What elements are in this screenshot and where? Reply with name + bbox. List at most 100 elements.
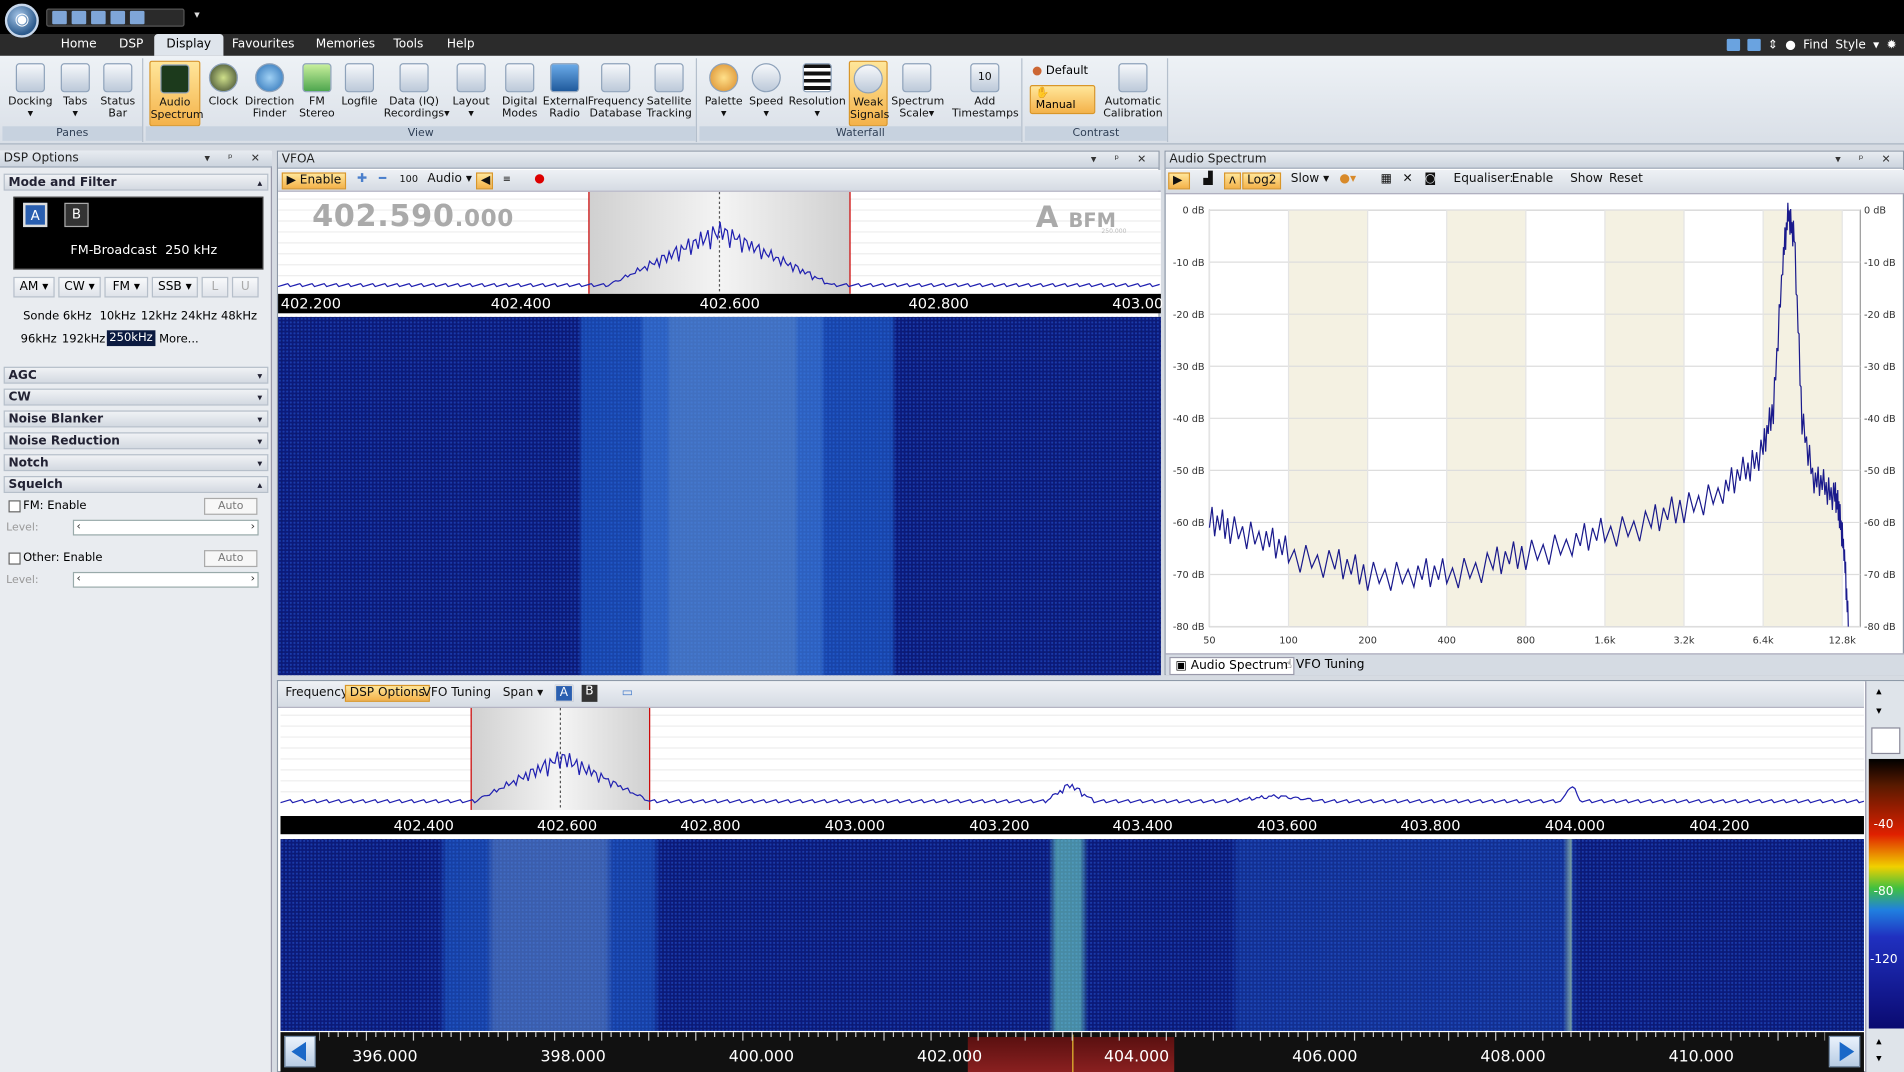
bw-10khz[interactable]: 10kHz (100, 310, 136, 323)
scroll-down-icon[interactable]: ▾ (1876, 706, 1882, 718)
tab-home[interactable]: Home (49, 34, 109, 56)
search-icon[interactable]: ● (1785, 38, 1796, 51)
style-dropdown-icon[interactable]: ▾ (1873, 38, 1879, 51)
palette-icon[interactable]: ●▾ (1336, 172, 1360, 189)
tools-icon[interactable]: ✕ (1399, 172, 1416, 189)
other-level-slider[interactable]: ‹ › (72, 571, 259, 588)
filter-icon[interactable]: ≡ (499, 172, 514, 189)
fm-stereo-button[interactable]: FM Stereo (296, 61, 337, 120)
bw-96khz[interactable]: 96kHz (21, 333, 57, 346)
scroll-up-icon[interactable]: ▴ (1876, 686, 1882, 698)
section-noise-blanker[interactable]: Noise Blanker ▾ (3, 410, 269, 428)
mode-am-button[interactable]: AM ▾ (13, 276, 55, 298)
scroll-down-icon[interactable]: ▾ (1876, 1053, 1882, 1065)
bw-12khz[interactable]: 12kHz (141, 310, 177, 323)
record-icon[interactable]: ● (531, 172, 549, 189)
tab-help[interactable]: Help (435, 34, 487, 56)
chart-icon[interactable]: ▟ (1200, 172, 1217, 189)
radio-icon[interactable] (52, 10, 67, 25)
default-contrast-button[interactable]: ● Default (1032, 64, 1088, 77)
frequency-database-button[interactable]: Frequency Database (588, 61, 644, 120)
vfo-enable-button[interactable]: ▶ Enable (281, 172, 347, 190)
weak-signals-button[interactable]: Weak Signals (848, 60, 889, 127)
display-icon[interactable] (1747, 38, 1761, 52)
tab-vfo-tuning[interactable]: ☝ VFO Tuning (1280, 657, 1369, 675)
other-auto-button[interactable]: Auto (204, 550, 258, 568)
play-icon[interactable]: ▶ (1168, 172, 1191, 190)
tab-vfo-tuning[interactable]: VFO Tuning (419, 686, 495, 703)
docking-button[interactable]: Docking ▾ (7, 61, 53, 121)
save-icon[interactable] (129, 10, 145, 25)
audio-spectrum-chart[interactable]: 0 dB 0 dB -10 dB -10 dB -20 dB -20 dB -30 dB -3… (1166, 196, 1904, 654)
tab-favourites[interactable]: Favourites (220, 34, 307, 56)
open-folder-icon[interactable] (91, 10, 106, 25)
bw-24khz[interactable]: 24kHz (181, 310, 217, 323)
mode-cw-button[interactable]: CW ▾ (58, 276, 101, 298)
bw-48khz[interactable]: 48kHz (221, 310, 257, 323)
equaliser-enable-button[interactable]: Enable (1508, 172, 1557, 189)
section-noise-reduction[interactable]: Noise Reduction ▾ (3, 432, 269, 450)
fm-squelch-checkbox[interactable] (8, 500, 21, 513)
other-squelch-checkbox[interactable] (8, 552, 21, 565)
fm-level-slider[interactable]: ‹ › (72, 519, 259, 536)
play-icon[interactable] (110, 10, 126, 25)
spectrum-scale-icon[interactable] (1871, 727, 1901, 755)
bw-more[interactable]: More... (159, 333, 199, 346)
application-menu-button[interactable]: ◉ (4, 3, 39, 38)
section-notch[interactable]: Notch ▾ (3, 454, 269, 472)
bw-250khz[interactable]: 250kHz (106, 330, 156, 347)
panel-controls-icon[interactable]: ▾ ᵖ ✕ (1835, 152, 1898, 169)
status-bar-button[interactable]: Status Bar (97, 61, 138, 120)
palette-button[interactable]: Palette ▾ (702, 61, 746, 121)
slow-dropdown[interactable]: Slow ▾ (1287, 172, 1333, 189)
section-agc[interactable]: AGC ▾ (3, 366, 269, 384)
monitor-icon[interactable]: ▭ (618, 686, 637, 703)
tools-icon[interactable] (71, 10, 87, 25)
log2-button[interactable]: Log2 (1242, 172, 1282, 190)
speaker-icon[interactable]: ◀ (476, 172, 494, 190)
automatic-calibration-button[interactable]: Automatic Calibration (1100, 61, 1166, 120)
external-radio-button[interactable]: External Radio (543, 61, 588, 120)
grid-icon[interactable]: ▦ (1377, 172, 1396, 189)
digital-modes-button[interactable]: Digital Modes (498, 61, 542, 120)
section-cw[interactable]: CW ▾ (3, 388, 269, 406)
mode-ssb-button[interactable]: SSB ▾ (151, 276, 198, 298)
zoom-in-icon[interactable]: ✚ (353, 172, 370, 189)
tab-tools[interactable]: Tools (381, 34, 435, 56)
resolution-button[interactable]: Resolution ▾ (787, 61, 848, 121)
updown-icon[interactable]: ⇕ (1768, 38, 1778, 51)
tab-dsp-options[interactable]: DSP Options (344, 684, 430, 702)
camera-icon[interactable]: ◙ (1421, 172, 1440, 189)
vfoa-waterfall[interactable] (278, 316, 1161, 676)
tab-memories[interactable]: Memories (304, 34, 388, 56)
satellite-tracking-button[interactable]: Satellite Tracking (644, 61, 695, 120)
layout-button[interactable]: Layout ▾ (449, 61, 493, 121)
find-button[interactable]: Find (1803, 38, 1828, 51)
vfo-b-button[interactable]: B (581, 684, 598, 702)
bw-192khz[interactable]: 192kHz (62, 333, 105, 346)
peak-icon[interactable]: ᴧ (1224, 172, 1242, 190)
quick-access-toolbar[interactable] (46, 8, 185, 27)
monitor-icon[interactable] (1726, 38, 1740, 52)
direction-finder-button[interactable]: Direction Finder (243, 61, 296, 120)
main-frequency-axis[interactable]: 402.400 402.600 402.800 403.000 403.200 … (280, 816, 1864, 835)
mode-u-button[interactable]: U (231, 276, 259, 298)
bw-sonde-6khz[interactable]: Sonde 6kHz (23, 310, 92, 323)
logfile-button[interactable]: Logfile (338, 61, 382, 108)
quick-access-customize-icon[interactable]: ▾ (194, 10, 200, 22)
audio-spectrum-button[interactable]: Audio Spectrum (149, 60, 204, 127)
scroll-left-button[interactable] (284, 1035, 316, 1068)
panel-controls-icon[interactable]: ▾ ᵖ ✕ (204, 151, 267, 168)
mode-fm-button[interactable]: FM ▾ (104, 276, 149, 298)
add-timestamps-button[interactable]: 10 Add Timestamps (952, 61, 1019, 120)
step-value[interactable]: 100 (396, 172, 422, 189)
vfoa-frequency-axis[interactable]: 402.200 402.400 402.600 402.800 403.00 (278, 293, 1163, 314)
main-waterfall[interactable] (280, 839, 1864, 1031)
gear-icon[interactable]: ✹ (1887, 38, 1897, 51)
section-mode-and-filter[interactable]: Mode and Filter ▴ (3, 173, 269, 191)
scroll-up-icon[interactable]: ▴ (1876, 1036, 1882, 1048)
section-squelch[interactable]: Squelch ▴ (3, 476, 269, 494)
vfo-b-button[interactable]: B (64, 202, 89, 228)
tabs-button[interactable]: Tabs ▾ (56, 61, 95, 121)
scroll-right-button[interactable] (1828, 1035, 1861, 1068)
